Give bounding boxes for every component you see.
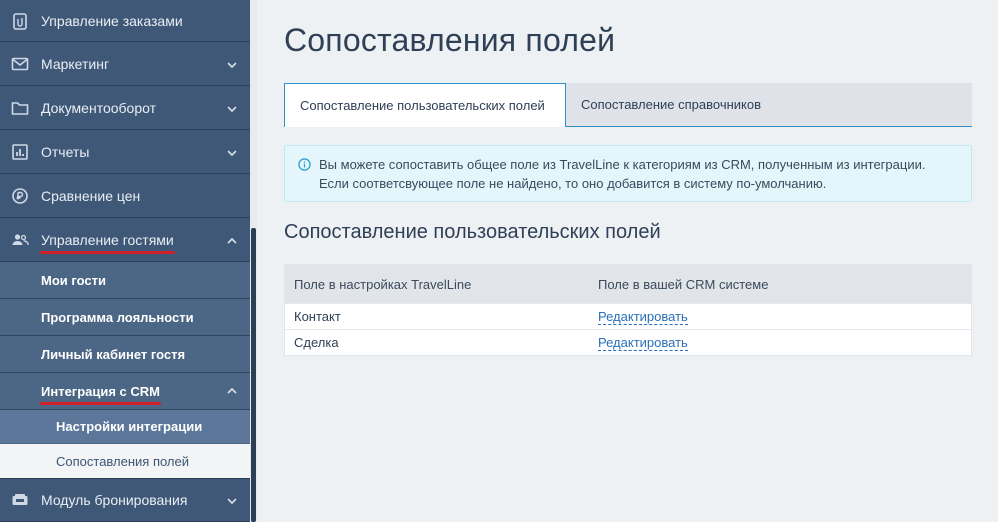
edit-link[interactable]: Редактировать (598, 335, 688, 351)
sidebar-subitem-field-mapping[interactable]: Сопоставления полей (0, 444, 250, 478)
tab-dictionaries[interactable]: Сопоставление справочников (566, 83, 972, 127)
sidebar: Управление заказами Маркетинг Документоо… (0, 0, 250, 522)
folder-icon (10, 98, 30, 118)
chevron-down-icon[interactable] (226, 58, 238, 70)
field-name: Сделка (294, 335, 339, 350)
page-title: Сопоставления полей (284, 22, 616, 58)
chevron-down-icon[interactable] (226, 494, 238, 506)
chevron-up-icon[interactable] (226, 385, 238, 397)
sidebar-subitem-label: Программа лояльности (41, 309, 194, 325)
sidebar-subitem-guest-account[interactable]: Личный кабинет гостя (0, 336, 250, 373)
sidebar-subitem-crm-integration[interactable]: Интеграция с CRM (0, 373, 250, 410)
report-icon (10, 142, 30, 162)
main-content: Сопоставления полей Сопоставление пользо… (257, 0, 998, 522)
sidebar-item-reports[interactable]: Отчеты (0, 130, 250, 174)
guests-icon (10, 230, 30, 250)
tab-custom-fields[interactable]: Сопоставление пользовательских полей (284, 83, 566, 127)
chevron-up-icon[interactable] (226, 234, 238, 246)
sidebar-subitem-my-guests[interactable]: Мои гости (0, 262, 250, 299)
price-compare-icon (10, 186, 30, 206)
sidebar-subitem-integration-settings[interactable]: Настройки интеграции (0, 410, 250, 444)
sidebar-item-orders[interactable]: Управление заказами (0, 0, 250, 42)
sidebar-item-label: Управление заказами (41, 12, 183, 29)
chevron-down-icon[interactable] (226, 102, 238, 114)
info-alert: Вы можете сопоставить общее поле из Trav… (284, 145, 972, 202)
sidebar-subitem-label: Личный кабинет гостя (41, 346, 186, 362)
sidebar-scrollbar[interactable] (250, 0, 257, 522)
sidebar-item-booking[interactable]: Модуль бронирования (0, 478, 250, 522)
info-text-line1: Вы можете сопоставить общее поле из Trav… (319, 157, 926, 172)
sidebar-item-marketing[interactable]: Маркетинг (0, 42, 250, 86)
mail-icon (10, 54, 30, 74)
field-name: Контакт (294, 309, 341, 324)
scrollbar-thumb[interactable] (251, 228, 256, 522)
sidebar-item-guests[interactable]: Управление гостями (0, 218, 250, 262)
sidebar-item-price-compare[interactable]: Сравнение цен (0, 174, 250, 218)
table-row: Контакт Редактировать (285, 303, 971, 329)
mapping-table: Поле в настройках TravelLine Поле в ваше… (284, 264, 972, 356)
sidebar-subitem-loyalty[interactable]: Программа лояльности (0, 299, 250, 336)
sidebar-item-label: Управление гостями (40, 231, 175, 254)
booking-icon (10, 490, 30, 510)
sidebar-subitem-label: Мои гости (41, 272, 106, 288)
section-title: Сопоставление пользовательских полей (284, 221, 661, 243)
sidebar-subitem-label: Интеграция с CRM (39, 383, 162, 405)
sidebar-item-label: Отчеты (41, 143, 90, 160)
table-header: Поле в настройках TravelLine Поле в ваше… (285, 265, 971, 303)
sidebar-item-label: Маркетинг (41, 55, 110, 72)
sidebar-subitem-label: Сопоставления полей (56, 453, 190, 469)
column-header-crm: Поле в вашей CRM системе (598, 276, 769, 292)
info-icon (298, 158, 311, 171)
clipboard-icon (10, 11, 30, 31)
edit-link[interactable]: Редактировать (598, 309, 688, 325)
info-text-line2: Если соответсвующее поле не найдено, то … (319, 176, 827, 191)
column-header-travelline: Поле в настройках TravelLine (294, 276, 472, 292)
sidebar-item-label: Документооборот (41, 99, 157, 116)
chevron-down-icon[interactable] (226, 146, 238, 158)
tabs: Сопоставление пользовательских полей Соп… (284, 83, 972, 127)
sidebar-subitem-label: Настройки интеграции (56, 419, 203, 434)
sidebar-item-label: Сравнение цен (41, 187, 141, 204)
sidebar-item-label: Модуль бронирования (41, 492, 188, 508)
table-row: Сделка Редактировать (285, 329, 971, 355)
sidebar-item-documents[interactable]: Документооборот (0, 86, 250, 130)
